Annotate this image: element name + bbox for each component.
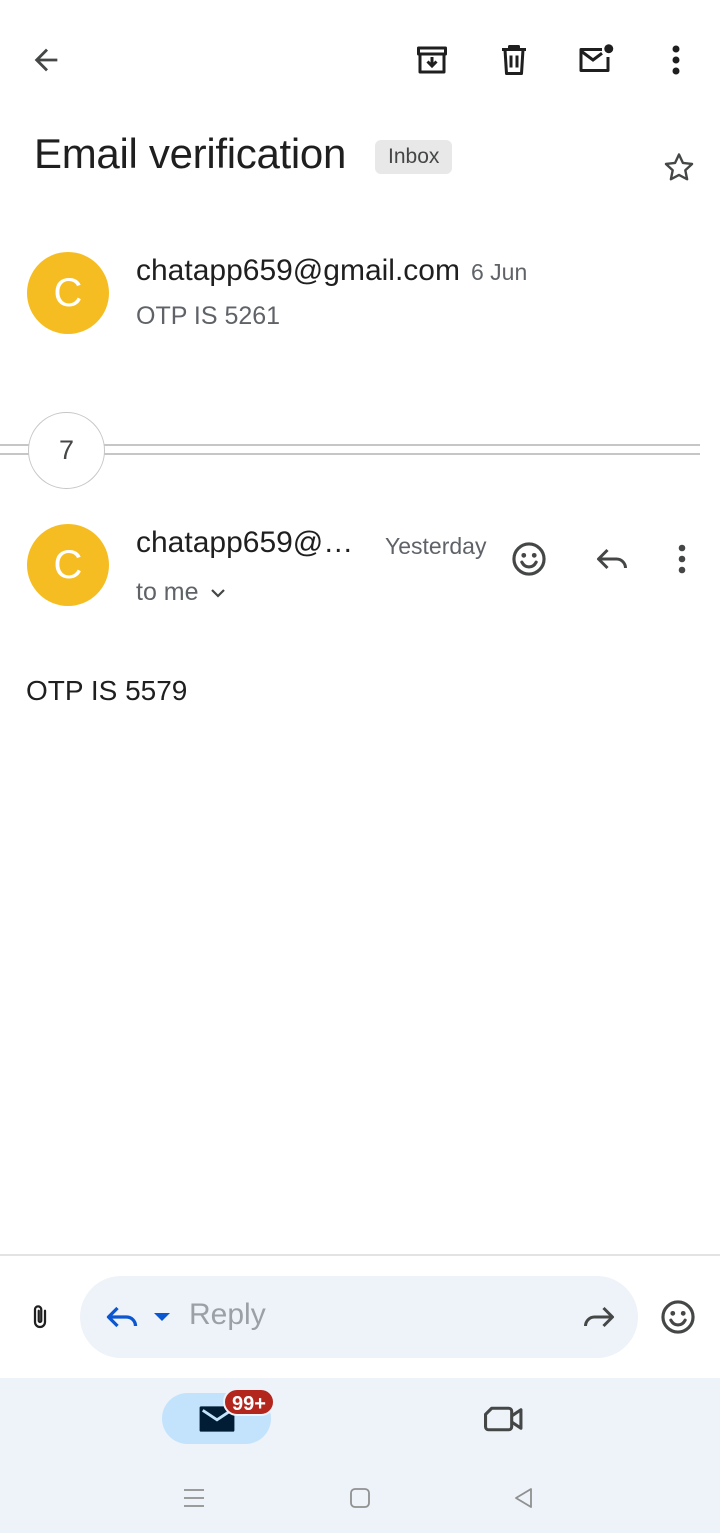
add-reaction-button[interactable] bbox=[505, 535, 553, 583]
message-1-row[interactable]: C chatapp659@gmail.com 6 Jun OTP IS 5261 bbox=[0, 240, 720, 350]
back-triangle-icon bbox=[515, 1488, 532, 1508]
paperclip-icon bbox=[33, 1305, 47, 1329]
forward-button[interactable] bbox=[575, 1293, 623, 1341]
nav-meet-tab[interactable] bbox=[480, 1395, 528, 1443]
unread-count-badge: 99+ bbox=[223, 1388, 275, 1416]
reply-icon bbox=[597, 548, 627, 570]
reply-type-dropdown[interactable] bbox=[138, 1293, 186, 1341]
recipient-details-toggle[interactable]: to me bbox=[136, 578, 227, 607]
emoji-icon bbox=[661, 1300, 695, 1334]
arrow-back-icon bbox=[34, 48, 58, 72]
reply-icon bbox=[106, 1306, 138, 1328]
collapsed-divider-top bbox=[0, 444, 700, 446]
message-snippet: OTP IS 5261 bbox=[136, 302, 281, 330]
more-options-button[interactable] bbox=[652, 36, 700, 84]
sender-email-truncated: chatapp659@… bbox=[136, 526, 354, 559]
collapsed-divider-bottom bbox=[0, 453, 700, 455]
sender-avatar[interactable]: C bbox=[27, 252, 109, 334]
video-camera-icon bbox=[484, 1406, 523, 1432]
archive-icon bbox=[417, 46, 447, 74]
star-outline-icon bbox=[664, 153, 694, 181]
message-more-button[interactable] bbox=[658, 535, 706, 583]
more-vert-icon bbox=[678, 544, 686, 574]
message-body: OTP IS 5579 bbox=[26, 675, 188, 706]
recipient-label: to me bbox=[136, 578, 199, 606]
chevron-down-icon bbox=[210, 588, 225, 598]
sender-avatar-2[interactable]: C bbox=[27, 524, 109, 606]
reply-emoji-button[interactable] bbox=[654, 1293, 702, 1341]
caret-down-icon bbox=[154, 1313, 170, 1321]
collapsed-messages-count[interactable]: 7 bbox=[28, 412, 105, 489]
mail-unread-icon bbox=[579, 44, 614, 72]
star-button[interactable] bbox=[655, 144, 703, 192]
system-recents-button[interactable] bbox=[170, 1474, 218, 1522]
emoji-icon bbox=[512, 542, 546, 576]
delete-button[interactable] bbox=[490, 36, 538, 84]
back-button[interactable] bbox=[22, 36, 70, 84]
archive-button[interactable] bbox=[408, 36, 456, 84]
email-subject: Email verification bbox=[34, 130, 347, 177]
trash-icon bbox=[502, 45, 526, 75]
forward-icon bbox=[584, 1306, 614, 1328]
reply-message-button[interactable] bbox=[588, 535, 636, 583]
message-date-2: Yesterday bbox=[385, 533, 487, 559]
system-back-button[interactable] bbox=[500, 1474, 548, 1522]
message-date: 6 Jun bbox=[470, 259, 528, 285]
attach-button[interactable] bbox=[16, 1293, 64, 1341]
inbox-label-chip[interactable]: Inbox bbox=[375, 140, 453, 174]
menu-lines-icon bbox=[184, 1489, 204, 1507]
sender-email: chatapp659@gmail.com bbox=[136, 254, 460, 287]
system-home-button[interactable] bbox=[336, 1474, 384, 1522]
more-vert-icon bbox=[672, 45, 680, 75]
reply-bar-divider bbox=[0, 1254, 720, 1256]
reply-placeholder[interactable]: Reply bbox=[189, 1298, 266, 1332]
mark-unread-button[interactable] bbox=[572, 36, 620, 84]
home-square-icon bbox=[350, 1488, 370, 1508]
